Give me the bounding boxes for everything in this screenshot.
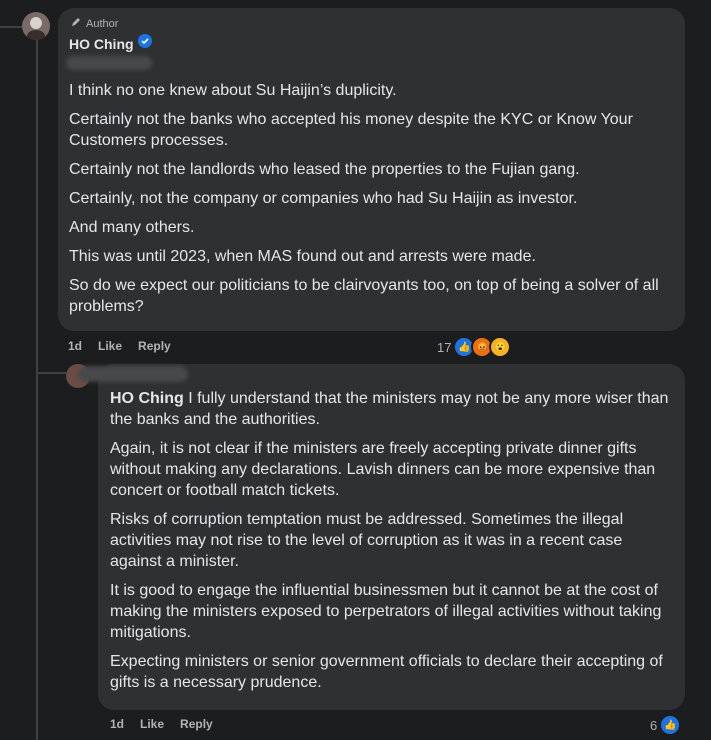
comment-paragraph: HO Ching I fully understand that the min… bbox=[110, 388, 675, 430]
author-name[interactable]: HO Ching bbox=[69, 36, 134, 52]
like-button[interactable]: Like bbox=[140, 717, 164, 731]
verified-badge-icon bbox=[137, 34, 152, 53]
timestamp[interactable]: 1d bbox=[68, 339, 82, 353]
reaction-count: 17 bbox=[437, 339, 452, 355]
timestamp[interactable]: 1d bbox=[110, 717, 124, 731]
redacted-subtitle bbox=[66, 56, 152, 70]
comment-paragraph: Expecting ministers or senior government… bbox=[110, 653, 663, 691]
like-reaction-icon: 👍 bbox=[659, 714, 682, 736]
comment-actions: 1d Like Reply bbox=[110, 717, 213, 731]
thread-connector-reply bbox=[36, 372, 66, 374]
thread-connector-top bbox=[0, 26, 22, 28]
comment-paragraph: Certainly not the landlords who leased t… bbox=[69, 161, 580, 178]
comment-paragraph: This was until 2023, when MAS found out … bbox=[69, 248, 536, 265]
comment-paragraph: Again, it is not clear if the ministers … bbox=[110, 440, 656, 499]
reply-button[interactable]: Reply bbox=[138, 339, 171, 353]
comment-bubble: Author HO Ching I think no one knew abou… bbox=[58, 8, 685, 331]
comment-paragraph: So do we expect our politicians to be cl… bbox=[69, 277, 659, 315]
comment-paragraph: Risks of corruption temptation must be a… bbox=[110, 511, 624, 570]
comment-actions: 1d Like Reply bbox=[68, 339, 171, 353]
comment-paragraph: I think no one knew about Su Haijin’s du… bbox=[69, 82, 397, 99]
thread-line-main bbox=[36, 40, 38, 740]
reactions-summary[interactable]: 6 👍 bbox=[650, 714, 682, 736]
pencil-icon bbox=[70, 16, 82, 31]
comment-paragraph: It is good to engage the influential bus… bbox=[110, 582, 662, 641]
comment-body: HO Ching I fully understand that the min… bbox=[110, 388, 675, 701]
reply-button[interactable]: Reply bbox=[180, 717, 213, 731]
comment-body: I think no one knew about Su Haijin’s du… bbox=[69, 80, 669, 325]
reactions-summary[interactable]: 17 👍 😡 😮 bbox=[437, 336, 512, 358]
comment-paragraph: Certainly, not the company or companies … bbox=[69, 190, 578, 207]
avatar[interactable] bbox=[22, 12, 50, 40]
like-button[interactable]: Like bbox=[98, 339, 122, 353]
mention-link[interactable]: HO Ching bbox=[110, 390, 184, 407]
wow-reaction-icon: 😮 bbox=[489, 336, 512, 358]
comment-paragraph: And many others. bbox=[69, 219, 195, 236]
reaction-count: 6 bbox=[650, 717, 658, 733]
author-tag: Author bbox=[70, 16, 118, 31]
author-tag-label: Author bbox=[86, 17, 119, 30]
comment-text: I fully understand that the ministers ma… bbox=[110, 390, 669, 428]
comment-paragraph: Certainly not the banks who accepted his… bbox=[69, 111, 633, 149]
redacted-author-name bbox=[78, 366, 188, 382]
comment-bubble: HO Ching I fully understand that the min… bbox=[78, 364, 685, 710]
